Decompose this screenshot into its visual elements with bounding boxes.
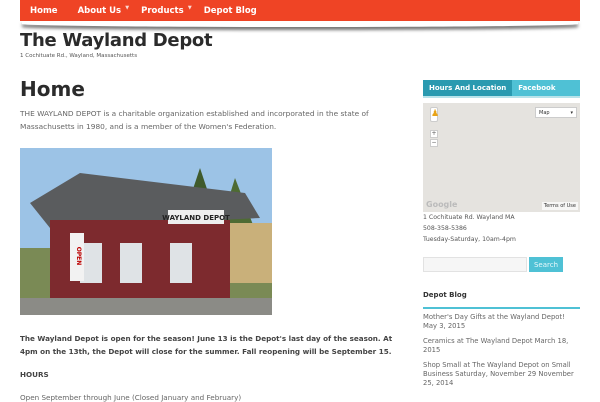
tab-facebook[interactable]: Facebook [512, 80, 561, 96]
zoom-out-button[interactable]: − [430, 139, 438, 147]
address: 1 Cochituate Rd. Wayland MA [423, 214, 515, 221]
chevron-down-icon: ▼ [187, 4, 192, 11]
chevron-down-icon: ▾ [570, 110, 573, 116]
hours-heading: HOURS [20, 370, 49, 379]
site-title[interactable]: The Wayland Depot [20, 30, 213, 51]
site-tagline: 1 Cochituate Rd., Wayland, Massachusetts [20, 53, 138, 59]
search-button[interactable]: Search [529, 257, 563, 272]
nav-shadow [22, 21, 578, 27]
chevron-down-icon: ▼ [125, 4, 130, 11]
nav-home[interactable]: Home [30, 6, 58, 16]
nav-depot-blog[interactable]: Depot Blog [204, 6, 257, 16]
depot-photo: WAYLAND DEPOT OPEN [20, 148, 272, 315]
widget-divider [423, 307, 580, 309]
store-hours: Tuesday-Saturday, 10am-4pm [423, 236, 516, 243]
main-nav: Home About Us ▼ Products ▼ Depot Blog [20, 0, 580, 21]
nav-label: About Us [77, 5, 122, 16]
depot-sign: WAYLAND DEPOT [162, 214, 230, 222]
tab-hours-and-location[interactable]: Hours And Location [423, 80, 513, 96]
blog-post-link[interactable]: Ceramics at The Wayland Depot March 18, … [423, 337, 580, 355]
nav-about-us[interactable]: About Us ▼ [77, 5, 130, 16]
sidebar-tabs: Hours And Location Facebook [423, 80, 580, 98]
terms-of-use-link[interactable]: Terms of Use [541, 202, 578, 210]
blog-post-link[interactable]: Shop Small at The Wayland Depot on Small… [423, 361, 580, 388]
nav-label: Products [141, 5, 184, 16]
map-type-select[interactable]: Map ▾ [535, 107, 577, 118]
hours-text: Open September through June (Closed Janu… [20, 393, 242, 402]
open-flag: OPEN [75, 247, 82, 266]
nav-products[interactable]: Products ▼ [141, 5, 192, 16]
pegman-icon[interactable]: ♟ [430, 107, 439, 122]
search-input[interactable] [423, 257, 527, 272]
zoom-in-button[interactable]: + [430, 130, 438, 138]
blog-post-link[interactable]: Mother's Day Gifts at the Wayland Depot!… [423, 313, 580, 331]
blog-widget-title: Depot Blog [423, 291, 467, 299]
page-title: Home [20, 77, 85, 101]
phone: 508-358-5386 [423, 225, 467, 232]
google-logo: Google [426, 200, 458, 209]
map-type-label: Map [539, 110, 550, 116]
intro-text: THE WAYLAND DEPOT is a charitable organi… [20, 109, 369, 131]
map[interactable]: ♟ + − Map ▾ Google Terms of Use [423, 103, 580, 212]
season-announcement: The Wayland Depot is open for the season… [20, 334, 393, 356]
